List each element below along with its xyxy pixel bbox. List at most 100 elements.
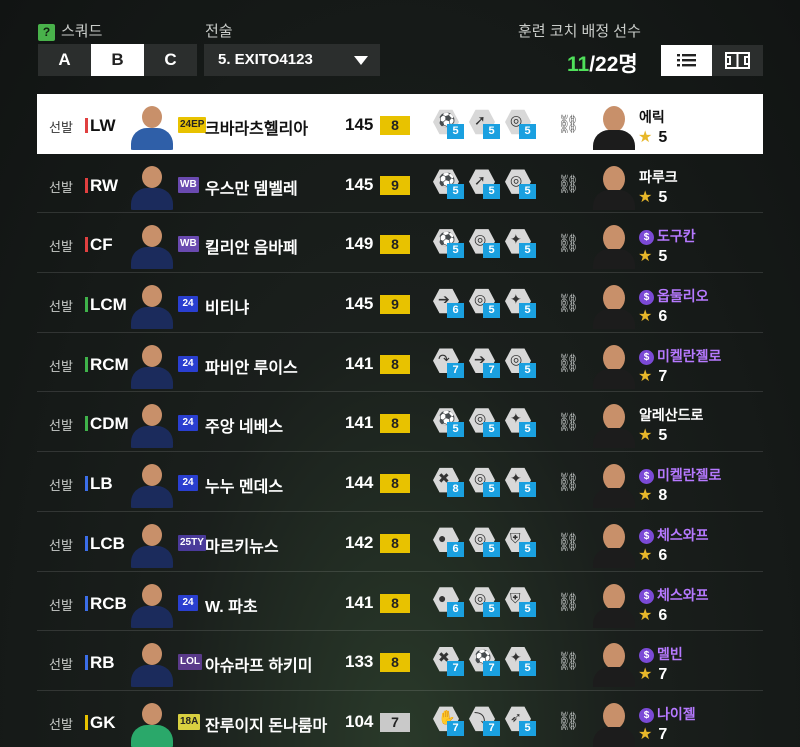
skill-badge[interactable]: ⤵ 7 [469, 706, 500, 736]
player-row[interactable]: 선발 LB 24 누누 멘데스 144 8 ✖ 8 ◎ 5 ✦ 5 ⛓ $ 미켈… [37, 452, 763, 512]
link-icon[interactable]: ⛓ [557, 651, 580, 672]
coach-name[interactable]: $ 멜빈 [639, 644, 683, 664]
skill-badge[interactable]: ⚽ 7 [469, 646, 500, 677]
coach-name[interactable]: $ 나이젤 [639, 704, 696, 724]
coach-name[interactable]: $ 체스와프 [639, 585, 709, 605]
squad-label: 스쿼드 [61, 23, 103, 40]
skill-level: 5 [519, 243, 536, 259]
skill-badge[interactable]: ➚ 5 [469, 109, 500, 139]
skill-badge[interactable]: ⚽ 5 [433, 407, 464, 438]
tactic-value: 5. EXITO4123 [218, 51, 313, 68]
link-icon[interactable]: ⛓ [557, 711, 580, 732]
skill-badge[interactable]: ✋ 7 [433, 706, 464, 736]
skill-badge[interactable]: ➚ 5 [469, 169, 500, 199]
player-row[interactable]: 선발 LCB 25TY 마르키뉴스 142 8 ● 6 ◎ 5 ⛨ 5 ⛓ $ … [37, 512, 763, 572]
player-row[interactable]: 선발 RW WB 우스만 뎀벨레 145 9 ⚽ 5 ➚ 5 ◎ 5 ⛓ 파루크… [37, 154, 763, 214]
coin-icon: $ [639, 707, 654, 723]
player-name[interactable]: 주앙 네베스 [205, 413, 283, 437]
list-view-button[interactable] [661, 45, 712, 76]
player-kit [131, 486, 173, 509]
skill-level: 5 [447, 183, 464, 199]
player-row[interactable]: 선발 RB LOL 아슈라프 하키미 133 8 ✖ 7 ⚽ 7 ✦ 5 ⛓ $… [37, 631, 763, 691]
link-icon[interactable]: ⛓ [557, 114, 580, 135]
field-view-button[interactable] [712, 45, 763, 76]
skill-badge[interactable]: ✖ 8 [433, 467, 464, 498]
skill-badge[interactable]: ✦ 5 [505, 467, 536, 498]
skill-badge[interactable]: ⚽ 5 [433, 109, 464, 139]
player-name[interactable]: 비티냐 [205, 294, 249, 318]
coach-name[interactable]: $ 미켈란젤로 [639, 465, 721, 485]
tab-squad-c[interactable]: C [144, 44, 197, 76]
skill-badge[interactable]: ◎ 5 [505, 348, 536, 378]
player-kit [131, 605, 173, 628]
skill-badge[interactable]: ↷ 7 [433, 348, 464, 378]
coach-name[interactable]: $ 옵둘리오 [639, 286, 709, 306]
player-name[interactable]: 마르키뉴스 [205, 533, 279, 557]
player-row[interactable]: 선발 LCM 24 비티냐 145 9 ➔ 6 ◎ 5 ✦ 5 ⛓ $ 옵둘리오… [37, 273, 763, 333]
coach-name-text: 멜빈 [657, 646, 683, 663]
help-icon[interactable]: ? [38, 24, 55, 41]
player-row[interactable]: 선발 CF WB 킬리안 음바페 149 8 ⚽ 5 ◎ 5 ✦ 5 ⛓ $ 도… [37, 213, 763, 274]
skill-badge[interactable]: ✖ 7 [433, 646, 464, 677]
coach-name[interactable]: $ 체스와프 [639, 525, 709, 545]
skill-badge[interactable]: ◎ 5 [505, 109, 536, 139]
skill-badge[interactable]: ◎ 5 [469, 228, 500, 259]
skill-badge[interactable]: ➔ 7 [469, 348, 500, 378]
tab-squad-a[interactable]: A [38, 44, 91, 76]
coach-name[interactable]: 에릭 [639, 107, 665, 127]
skill-badge[interactable]: ◎ 5 [505, 169, 536, 199]
tactic-dropdown[interactable]: 5. EXITO4123 [204, 44, 380, 76]
player-name[interactable]: 우스만 뎀벨레 [205, 175, 298, 199]
coach-name[interactable]: $ 도구칸 [639, 226, 696, 246]
skill-badge[interactable]: ⛨ 5 [505, 587, 536, 617]
player-name[interactable]: 잔루이지 돈나룸마 [205, 712, 327, 736]
skill-badge[interactable]: ◎ 5 [469, 407, 500, 438]
coach-rating: ★ 5 [638, 187, 667, 207]
link-icon[interactable]: ⛓ [557, 472, 580, 493]
coach-rating: ★ 5 [638, 246, 667, 266]
coach-name[interactable]: 파루크 [639, 167, 678, 187]
link-icon[interactable]: ⛓ [557, 293, 580, 314]
player-name[interactable]: 파비안 루이스 [205, 354, 298, 378]
skill-badge[interactable]: ✦ 5 [505, 228, 536, 259]
skill-badge[interactable]: ● 6 [433, 587, 464, 617]
tab-squad-b[interactable]: B [91, 44, 144, 76]
coach-head [603, 165, 625, 192]
player-row[interactable]: 선발 GK 18A 잔루이지 돈나룸마 104 7 ✋ 7 ⤵ 7 ➶ 5 ⛓ [37, 691, 763, 747]
player-name[interactable]: 누누 멘데스 [205, 473, 283, 497]
skill-badge[interactable]: ◎ 5 [469, 288, 500, 319]
skill-badge[interactable]: ● 6 [433, 527, 464, 557]
skill-badge[interactable]: ⚽ 5 [433, 228, 464, 259]
link-icon[interactable]: ⛓ [557, 174, 580, 195]
skill-badge[interactable]: ◎ 5 [469, 527, 500, 557]
player-row[interactable]: 선발 LW 24EP 크바라츠헬리아 145 8 ⚽ 5 ➚ 5 ◎ 5 ⛓ 에… [37, 94, 763, 154]
coach-photo [589, 697, 639, 747]
skill-badge[interactable]: ➔ 6 [433, 288, 464, 319]
skill-badge[interactable]: ➶ 5 [505, 706, 536, 736]
player-row[interactable]: 선발 RCB 24 W. 파초 141 8 ● 6 ◎ 5 ⛨ 5 ⛓ $ 체스… [37, 572, 763, 632]
coach-name[interactable]: 알레산드로 [639, 405, 703, 425]
skill-badge[interactable]: ✦ 5 [505, 407, 536, 438]
player-name[interactable]: 아슈라프 하키미 [205, 652, 313, 676]
player-name[interactable]: 킬리안 음바페 [205, 234, 298, 258]
skill-badge[interactable]: ✦ 5 [505, 288, 536, 319]
skill-badge[interactable]: ✦ 5 [505, 646, 536, 677]
player-name[interactable]: W. 파초 [205, 593, 258, 617]
coach-name[interactable]: $ 미켈란젤로 [639, 346, 721, 366]
link-icon[interactable]: ⛓ [557, 233, 580, 254]
skill-level: 6 [447, 303, 464, 319]
player-row[interactable]: 선발 RCM 24 파비안 루이스 141 8 ↷ 7 ➔ 7 ◎ 5 ⛓ $ … [37, 333, 763, 393]
link-icon[interactable]: ⛓ [557, 532, 580, 553]
skill-badge[interactable]: ⛨ 5 [505, 527, 536, 557]
skill-badge[interactable]: ◎ 5 [469, 467, 500, 498]
player-row[interactable]: 선발 CDM 24 주앙 네베스 141 8 ⚽ 5 ◎ 5 ✦ 5 ⛓ 알레산… [37, 392, 763, 453]
skill-badge[interactable]: ⚽ 5 [433, 169, 464, 199]
link-icon[interactable]: ⛓ [557, 592, 580, 613]
position-label: RCM [90, 354, 129, 374]
player-name[interactable]: 크바라츠헬리아 [205, 115, 308, 139]
lineup-status: 선발 [49, 358, 73, 374]
link-icon[interactable]: ⛓ [557, 412, 580, 433]
coach-body [593, 368, 635, 389]
link-icon[interactable]: ⛓ [557, 353, 580, 374]
skill-badge[interactable]: ◎ 5 [469, 587, 500, 617]
